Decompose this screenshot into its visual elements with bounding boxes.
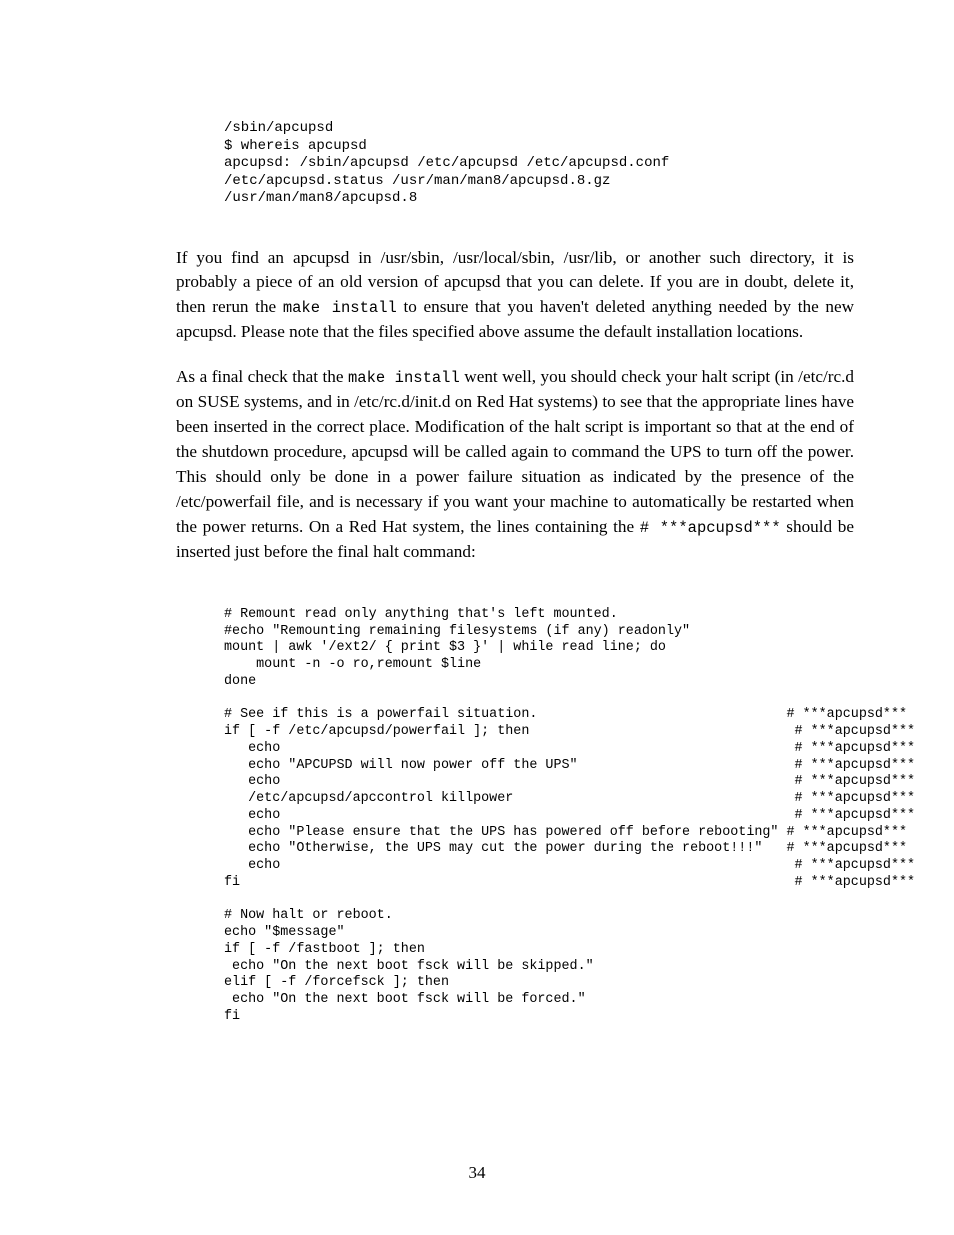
paragraph-1: If you find an apcupsd in /usr/sbin, /us… <box>176 246 854 346</box>
para2-text-a: As a final check that the <box>176 367 348 386</box>
inline-code-apcupsd-marker: # ***apcupsd*** <box>640 519 781 537</box>
page: /sbin/apcupsd $ whereis apcupsd apcupsd:… <box>0 0 954 1235</box>
inline-code-make-install-1: make install <box>283 299 397 317</box>
page-number: 34 <box>0 1163 954 1183</box>
code-block-whereis: /sbin/apcupsd $ whereis apcupsd apcupsd:… <box>224 120 854 208</box>
paragraph-2: As a final check that the make install w… <box>176 365 854 565</box>
para2-text-b: went well, you should check your halt sc… <box>176 367 854 536</box>
inline-code-make-install-2: make install <box>348 369 460 387</box>
code-block-halt-script: # Remount read only anything that's left… <box>224 607 854 1026</box>
